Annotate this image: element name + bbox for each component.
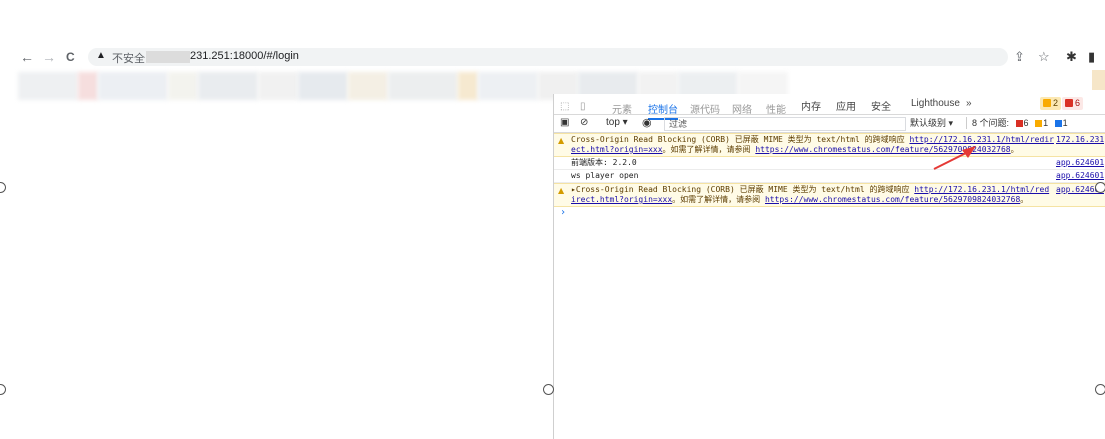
arrow-head [962, 146, 976, 158]
resize-handle-right-mid[interactable] [1095, 182, 1105, 193]
resize-handle-bottom-mid[interactable] [543, 384, 554, 395]
annotation-arrow [933, 146, 976, 170]
arrow-shaft [933, 152, 967, 170]
resize-handle-bottom-right[interactable] [1095, 384, 1105, 395]
